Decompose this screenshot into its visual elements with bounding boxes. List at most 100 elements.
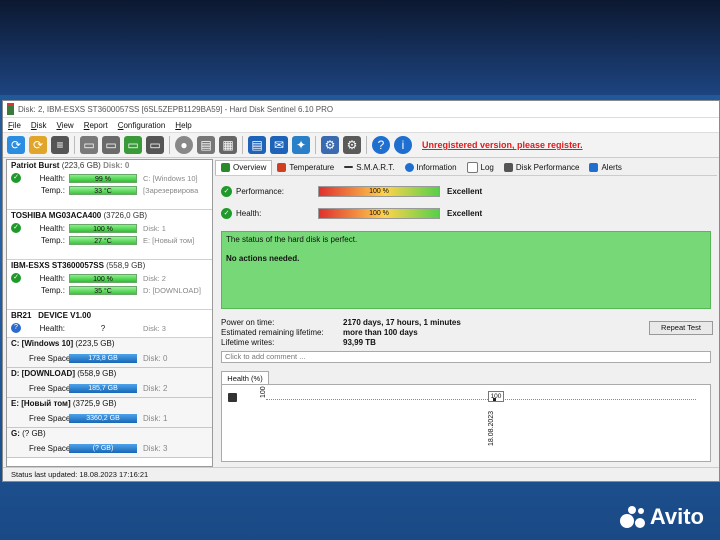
unregistered-link[interactable]: Unregistered version, please register. xyxy=(422,140,583,150)
info-row: Power on time: 2170 days, 17 hours, 1 min… xyxy=(221,318,711,328)
disk-name: IBM-ESXS ST3600057SS xyxy=(11,261,104,270)
tab-log[interactable]: Log xyxy=(462,160,499,174)
health-label: Health: xyxy=(39,173,65,183)
info-label: Power on time: xyxy=(221,318,275,327)
refresh-icon[interactable]: ⟳ xyxy=(7,136,25,154)
toolbar-separator xyxy=(169,136,170,154)
menu-configuration[interactable]: Configuration xyxy=(113,121,171,130)
about-icon[interactable]: i xyxy=(394,136,412,154)
health-series-line xyxy=(266,399,696,400)
detail-panel: Overview Temperature S.M.A.R.T. Informat… xyxy=(215,159,717,465)
health-bar: 100 % xyxy=(69,223,137,233)
free-space-row: Free Space 173,8 GB Disk: 0 xyxy=(11,352,208,364)
tab-label: Log xyxy=(480,162,494,172)
volume-size: (3725,9 GB) xyxy=(72,399,117,408)
overview-icon xyxy=(221,163,230,172)
free-space-bar: 3360,2 GB xyxy=(69,413,137,423)
temp-bar: 33 °C xyxy=(69,185,137,195)
disk-entry[interactable]: TOSHIBA MG03ACA400 (3726,0 GB) ✓ Health: 1… xyxy=(7,210,212,260)
volume-entry[interactable]: C: [Windows 10] (223,5 GB) Free Space 173… xyxy=(7,338,212,368)
menu-help[interactable]: Help xyxy=(170,121,196,130)
volume-entry[interactable]: G: (? GB) Free Space (? GB) Disk: 3 xyxy=(7,428,212,458)
drive-icon[interactable]: ● xyxy=(175,136,193,154)
status-bar: Status last updated: 18.08.2023 17:16:21 xyxy=(3,467,719,481)
volume-entry[interactable]: D: [DOWNLOAD] (558,9 GB) Free Space 185,7… xyxy=(7,368,212,398)
avito-logo-icon xyxy=(619,504,646,530)
disk-list-icon[interactable]: ≡ xyxy=(51,136,69,154)
send-report-icon[interactable]: ✦ xyxy=(292,136,310,154)
settings-icon[interactable]: ⚙ xyxy=(321,136,339,154)
avito-watermark: Avito xyxy=(619,504,704,530)
temp-bar: 35 °C xyxy=(69,285,137,295)
health-chart-tab[interactable]: Health (%) xyxy=(221,371,269,385)
disk-model: DEVICE V1.00 xyxy=(38,311,92,320)
health-label: Health: xyxy=(39,273,65,283)
free-space-label: Free Space xyxy=(29,443,71,453)
volume-info: C: [Windows 10] xyxy=(143,173,198,183)
info-label: Estimated remaining lifetime: xyxy=(221,328,324,337)
menu-report[interactable]: Report xyxy=(79,121,113,130)
tab-smart[interactable]: S.M.A.R.T. xyxy=(339,160,399,174)
volume-info: E: [Новый том] xyxy=(143,235,195,245)
thermometer-icon xyxy=(277,162,287,172)
ok-check-icon: ✓ xyxy=(221,207,232,219)
disk-size: (558,9 GB) xyxy=(106,261,146,270)
disk-size: (3726,0 GB) xyxy=(103,211,148,220)
disk-size: (223,6 GB) xyxy=(61,161,101,170)
health-rating: Excellent xyxy=(447,208,483,218)
disk-test-icon[interactable]: ▭ xyxy=(102,136,120,154)
volume-entry[interactable]: E: [Новый том] (3725,9 GB) Free Space 336… xyxy=(7,398,212,428)
performance-icon xyxy=(503,162,513,172)
tab-label: Information xyxy=(416,162,457,172)
title-bar: Disk: 2, IBM-ESXS ST3600057SS [6SL5ZEPB1… xyxy=(3,101,719,118)
volume-name-row: C: [Windows 10] (223,5 GB) xyxy=(11,339,208,352)
tab-overview[interactable]: Overview xyxy=(215,159,273,175)
disk-name: Patriot Burst xyxy=(11,161,60,170)
menu-disk[interactable]: Disk xyxy=(26,121,52,130)
toolbar-separator xyxy=(74,136,75,154)
free-space-bar: (? GB) xyxy=(69,443,137,453)
disk-ok-icon[interactable]: ▭ xyxy=(124,136,142,154)
save-chart-icon[interactable] xyxy=(228,393,237,402)
surface-test-icon[interactable]: ▭ xyxy=(80,136,98,154)
comment-input[interactable]: Click to add comment ... xyxy=(221,351,711,363)
info-value: 93,99 TB xyxy=(343,338,376,347)
temp-row: Temp.: 35 °C D: [DOWNLOAD] xyxy=(11,284,208,296)
tab-information[interactable]: Information xyxy=(400,160,462,174)
disk-number: Disk: 1 xyxy=(143,413,168,423)
free-space-label: Free Space xyxy=(29,353,71,363)
disk-entry[interactable]: BR21 DEVICE V1.00 ? Health:? Disk: 3 xyxy=(7,310,212,338)
ok-check-icon: ✓ xyxy=(11,223,21,233)
status-box: The status of the hard disk is perfect. … xyxy=(221,231,711,309)
alerts-icon xyxy=(589,162,599,172)
menu-view[interactable]: View xyxy=(51,121,78,130)
volume-size: (223,5 GB) xyxy=(75,339,115,348)
tab-alerts[interactable]: Alerts xyxy=(584,160,626,174)
disk-entry[interactable]: Patriot Burst (223,6 GB) Disk: 0 ✓ Health… xyxy=(7,160,212,210)
disk-tools-icon[interactable]: ▭ xyxy=(146,136,164,154)
report-icon[interactable]: ▤ xyxy=(248,136,266,154)
print-icon[interactable]: ▤ xyxy=(197,136,215,154)
info-icon xyxy=(404,162,414,172)
app-window: Disk: 2, IBM-ESXS ST3600057SS [6SL5ZEPB1… xyxy=(2,100,720,482)
health-bar: 100 % xyxy=(318,207,440,219)
disk-name-row: IBM-ESXS ST3600057SS (558,9 GB) xyxy=(11,261,208,272)
email-icon[interactable]: ✉ xyxy=(270,136,288,154)
volume-name-row: G: (? GB) xyxy=(11,429,208,442)
menu-file[interactable]: File xyxy=(3,121,26,130)
disk-entry[interactable]: IBM-ESXS ST3600057SS (558,9 GB) ✓ Health:… xyxy=(7,260,212,310)
save-report-icon[interactable]: ▦ xyxy=(219,136,237,154)
tools-icon[interactable]: ⚙ xyxy=(343,136,361,154)
disk-name-row: BR21 DEVICE V1.00 xyxy=(11,311,208,322)
repeat-test-button[interactable]: Repeat Test xyxy=(649,321,713,335)
info-row: Estimated remaining lifetime: more than 1… xyxy=(221,328,711,338)
health-bar: 99 % xyxy=(69,173,137,183)
tab-temperature[interactable]: Temperature xyxy=(272,160,339,174)
free-space-label: Free Space xyxy=(29,413,71,423)
tab-disk-performance[interactable]: Disk Performance xyxy=(499,160,585,174)
volume-name: G: xyxy=(11,429,20,438)
performance-rating: Excellent xyxy=(447,186,483,196)
disk-number: Disk: 2 xyxy=(143,273,166,283)
refresh-all-icon[interactable]: ⟳ xyxy=(29,136,47,154)
help-icon[interactable]: ? xyxy=(372,136,390,154)
